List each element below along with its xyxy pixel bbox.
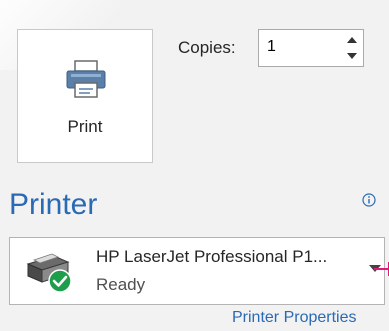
- chevron-down-icon[interactable]: [345, 49, 359, 63]
- copies-stepper[interactable]: 1: [258, 29, 364, 67]
- printer-icon: [66, 60, 106, 98]
- annotation-marker-line: [374, 268, 389, 270]
- printer-ready-icon: [26, 253, 72, 293]
- chevron-up-icon[interactable]: [345, 33, 359, 47]
- copies-label: Copies:: [178, 38, 236, 57]
- printer-heading: Printer: [9, 188, 98, 221]
- print-button[interactable]: Print: [17, 29, 153, 163]
- selected-printer-name: HP LaserJet Professional P1...: [96, 247, 328, 266]
- selected-printer-status: Ready: [96, 275, 146, 294]
- printer-properties-link[interactable]: Printer Properties: [232, 309, 357, 327]
- copies-value[interactable]: 1: [267, 38, 276, 56]
- printer-select-dropdown[interactable]: HP LaserJet Professional P1... Ready: [9, 237, 385, 305]
- print-button-label: Print: [67, 117, 103, 136]
- print-backstage-panel: Print Copies: 1 Printer HP LaserJet Prof…: [0, 0, 389, 331]
- info-icon[interactable]: [362, 193, 376, 207]
